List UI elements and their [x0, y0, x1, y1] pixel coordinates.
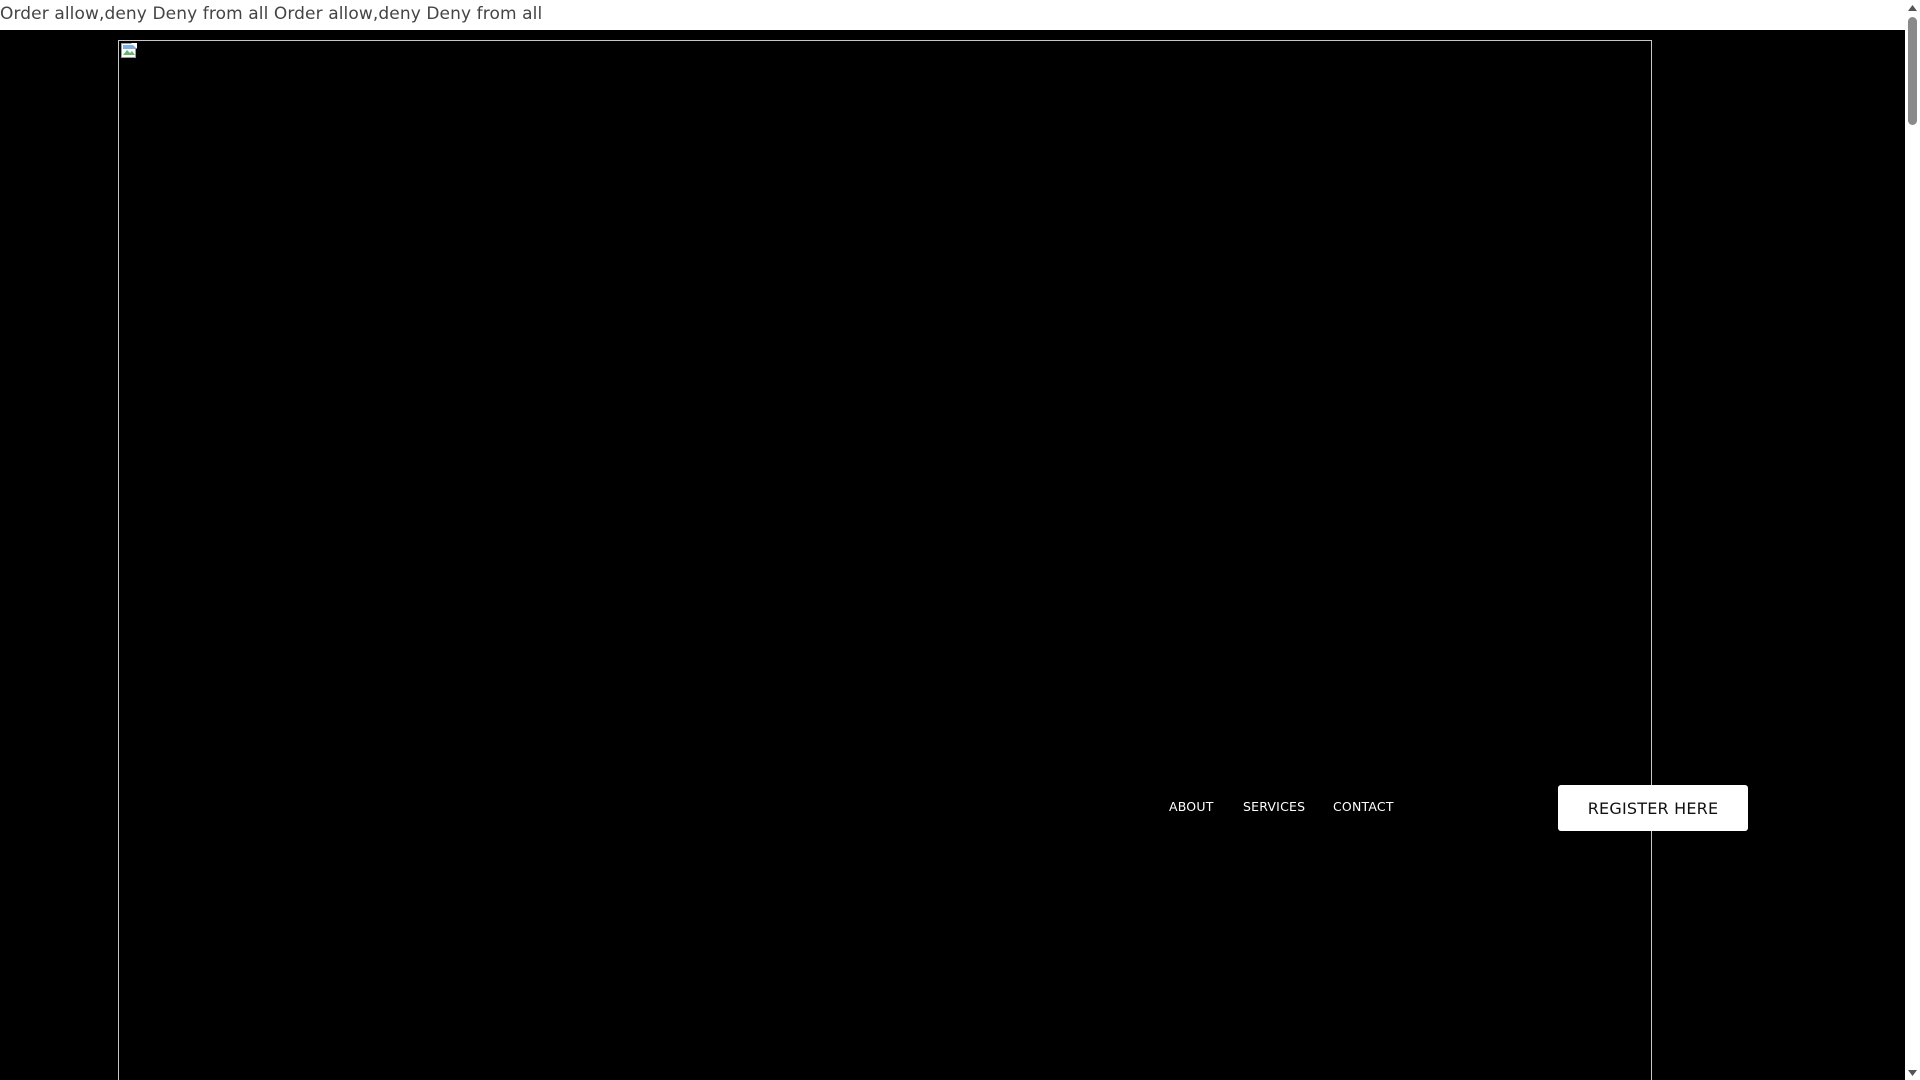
vertical-scrollbar[interactable] [1905, 0, 1920, 1080]
top-text-bar: Order allow,deny Deny from all Order all… [0, 0, 1905, 30]
scroll-up-arrow-icon[interactable] [1905, 0, 1920, 15]
page: Order allow,deny Deny from all Order all… [0, 0, 1920, 1080]
access-error-text: Order allow,deny Deny from all Order all… [0, 4, 543, 24]
nav-link-contact[interactable]: CONTACT [1333, 799, 1394, 814]
nav-link-services[interactable]: SERVICES [1243, 799, 1305, 814]
nav-link-about[interactable]: ABOUT [1169, 799, 1214, 814]
scroll-down-arrow-icon[interactable] [1905, 1065, 1920, 1080]
hero-image-broken [118, 40, 1652, 1080]
scrollbar-thumb[interactable] [1908, 17, 1917, 125]
register-button[interactable]: REGISTER HERE [1558, 785, 1748, 831]
broken-image-icon [121, 43, 137, 58]
